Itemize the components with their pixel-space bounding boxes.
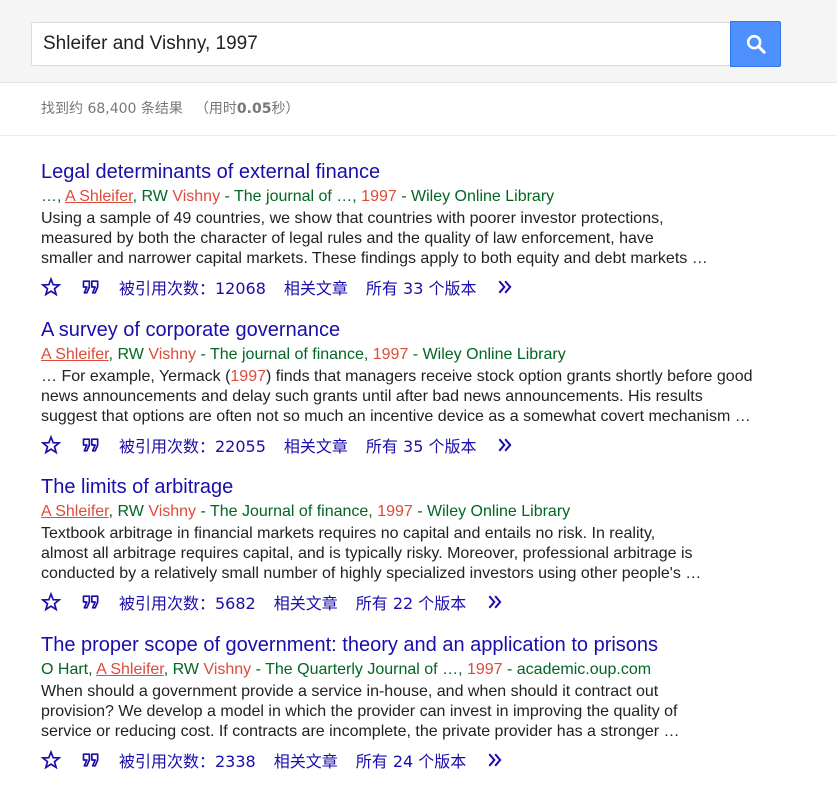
search-box[interactable] — [31, 22, 730, 66]
snippet-line: almost all arbitrage requires capital, a… — [41, 545, 693, 562]
quote-icon[interactable] — [81, 592, 101, 612]
result-meta: A Shleifer, RW Vishny - The Journal of f… — [41, 502, 781, 522]
quote-icon[interactable] — [81, 277, 101, 297]
snippet-line: Using a sample of 49 countries, we show … — [41, 210, 664, 227]
quote-icon[interactable] — [81, 750, 101, 770]
result-title[interactable]: The proper scope of government: theory a… — [41, 632, 781, 658]
meta-author-rest: , RW — [108, 346, 149, 363]
meta-lead: O Hart, — [41, 661, 97, 678]
header-bar — [0, 0, 837, 83]
all-versions-link[interactable]: 所有 35 个版本 — [366, 433, 477, 457]
result-actions: 被引用次数：5682 相关文章 所有 22 个版本 — [41, 590, 781, 614]
meta-author-highlight: Vishny — [148, 346, 197, 363]
result-actions: 被引用次数：22055 相关文章 所有 35 个版本 — [41, 433, 781, 457]
meta-year: 1997 — [372, 346, 409, 363]
result-item: The proper scope of government: theory a… — [41, 632, 781, 772]
meta-year: 1997 — [377, 503, 413, 520]
more-icon[interactable] — [486, 750, 506, 770]
result-actions: 被引用次数：2338 相关文章 所有 24 个版本 — [41, 748, 781, 772]
snippet-line: conducted by a relatively small number o… — [41, 565, 702, 582]
result-stats: 找到约 68,400 条结果 （用时0.05秒） — [41, 98, 299, 118]
snippet-line: service or reducing cost. If contracts a… — [41, 723, 680, 740]
snippet-line: … For example, Yermack (1997) finds that… — [41, 368, 753, 385]
cited-by-link[interactable]: 被引用次数：12068 — [119, 275, 266, 299]
meta-author-rest: , RW — [132, 188, 173, 205]
result-title[interactable]: Legal determinants of external finance — [41, 159, 781, 185]
result-snippet: When should a government provide a servi… — [41, 682, 781, 742]
meta-host: - Wiley Online Library — [396, 188, 555, 205]
meta-source: - The journal of …, — [220, 188, 362, 205]
snippet-year: 1997 — [230, 368, 266, 385]
more-icon[interactable] — [496, 435, 516, 455]
result-snippet: Using a sample of 49 countries, we show … — [41, 209, 781, 269]
related-articles-link[interactable]: 相关文章 — [284, 275, 348, 299]
more-icon[interactable] — [496, 277, 516, 297]
meta-host: - Wiley Online Library — [412, 503, 571, 520]
search-button[interactable] — [730, 21, 781, 67]
meta-author-rest: , RW — [108, 503, 149, 520]
all-versions-link[interactable]: 所有 22 个版本 — [356, 590, 467, 614]
snippet-line: news announcements and delay such grants… — [41, 388, 703, 405]
result-item: Legal determinants of external finance …… — [41, 159, 781, 299]
result-item: A survey of corporate governance A Shlei… — [41, 317, 781, 457]
meta-source: - The journal of finance, — [196, 346, 373, 363]
meta-host: - Wiley Online Library — [408, 346, 566, 363]
time-value: 0.05 — [236, 101, 272, 117]
result-meta: O Hart, A Shleifer, RW Vishny - The Quar… — [41, 660, 781, 680]
time-suffix: 秒） — [271, 101, 300, 117]
related-articles-link[interactable]: 相关文章 — [274, 748, 338, 772]
author-link[interactable]: A Shleifer — [65, 188, 133, 205]
snippet-line: smaller and narrower capital markets. Th… — [41, 250, 708, 267]
author-link[interactable]: A Shleifer — [96, 661, 164, 678]
time-prefix: （用时 — [194, 101, 237, 117]
cited-by-link[interactable]: 被引用次数：5682 — [119, 590, 256, 614]
divider — [0, 135, 837, 136]
all-versions-link[interactable]: 所有 33 个版本 — [366, 275, 477, 299]
star-icon[interactable] — [41, 592, 61, 612]
result-title[interactable]: The limits of arbitrage — [41, 474, 781, 500]
snippet-line: When should a government provide a servi… — [41, 683, 659, 700]
result-snippet: … For example, Yermack (1997) finds that… — [41, 367, 781, 427]
snippet-line: provision? We develop a model in which t… — [41, 703, 678, 720]
author-link[interactable]: A Shleifer — [41, 346, 109, 363]
cited-by-link[interactable]: 被引用次数：22055 — [119, 433, 266, 457]
result-meta: …, A Shleifer, RW Vishny - The journal o… — [41, 187, 781, 207]
snippet-line: suggest that options are often not so mu… — [41, 408, 751, 425]
quote-icon[interactable] — [81, 435, 101, 455]
meta-year: 1997 — [466, 661, 503, 678]
star-icon[interactable] — [41, 750, 61, 770]
meta-author-highlight: Vishny — [203, 661, 252, 678]
result-meta: A Shleifer, RW Vishny - The journal of f… — [41, 345, 781, 365]
related-articles-link[interactable]: 相关文章 — [274, 590, 338, 614]
meta-host: - academic.oup.com — [502, 661, 652, 678]
result-title[interactable]: A survey of corporate governance — [41, 317, 781, 343]
meta-author-highlight: Vishny — [172, 188, 221, 205]
meta-source: - The Quarterly Journal of …, — [251, 661, 467, 678]
star-icon[interactable] — [41, 277, 61, 297]
meta-source: - The Journal of finance, — [196, 503, 378, 520]
snippet-line: Textbook arbitrage in financial markets … — [41, 525, 656, 542]
search-icon — [746, 34, 766, 54]
meta-year: 1997 — [361, 188, 397, 205]
star-icon[interactable] — [41, 435, 61, 455]
meta-author-rest: , RW — [163, 661, 204, 678]
related-articles-link[interactable]: 相关文章 — [284, 433, 348, 457]
snippet-line: measured by both the character of legal … — [41, 230, 654, 247]
search-input[interactable] — [32, 23, 730, 65]
all-versions-link[interactable]: 所有 24 个版本 — [356, 748, 467, 772]
meta-author-highlight: Vishny — [148, 503, 197, 520]
meta-lead: …, — [41, 188, 66, 205]
result-item: The limits of arbitrage A Shleifer, RW V… — [41, 474, 781, 614]
result-actions: 被引用次数：12068 相关文章 所有 33 个版本 — [41, 275, 781, 299]
author-link[interactable]: A Shleifer — [41, 503, 109, 520]
result-snippet: Textbook arbitrage in financial markets … — [41, 524, 781, 584]
result-count: 找到约 68,400 条结果 — [41, 101, 183, 117]
cited-by-link[interactable]: 被引用次数：2338 — [119, 748, 256, 772]
more-icon[interactable] — [486, 592, 506, 612]
